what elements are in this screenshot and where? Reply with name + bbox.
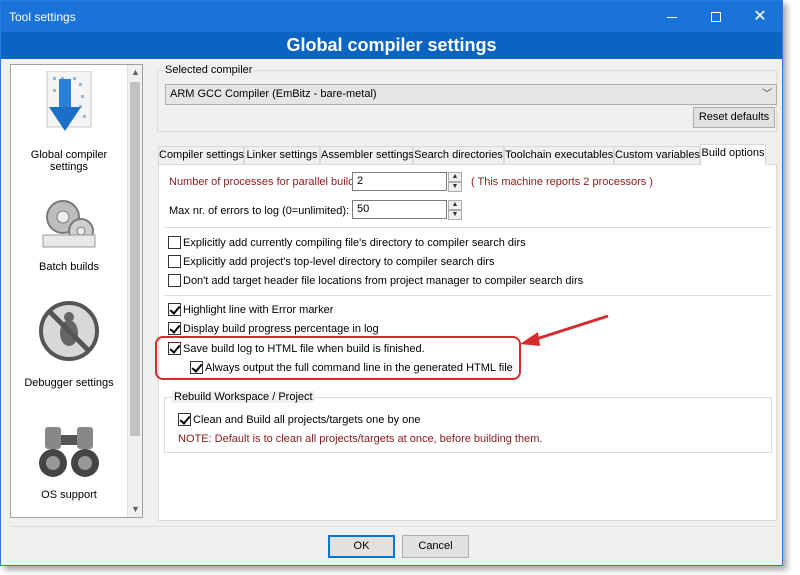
rebuild-group-title: Rebuild Workspace / Project [172,391,315,403]
no-bug-icon [39,301,99,361]
tab-custom-variables[interactable]: Custom variables [614,146,700,165]
checkbox-label: Clean and Build all projects/targets one… [193,414,421,426]
parallel-builds-label: Number of processes for parallel builds: [169,176,363,188]
checkbox-highlight-error[interactable] [168,303,181,316]
checkbox-project-dir[interactable] [168,255,181,268]
errors-down-icon[interactable]: ▼ [448,210,462,220]
parallel-builds-input[interactable]: 2 [352,172,447,191]
scroll-up-icon[interactable]: ▲ [128,65,143,80]
checkbox-label: Explicitly add project's top-level direc… [183,256,495,268]
scrollbar-thumb[interactable] [130,82,140,436]
tab-compiler-settings[interactable]: Compiler settings [158,146,244,165]
maximize-button[interactable] [694,1,738,32]
checkbox-clean-build-one-by-one[interactable] [178,413,191,426]
divider [164,295,772,296]
checkbox-label: Display build progress percentage in log [183,323,379,335]
annotation-arrow-icon [520,314,609,346]
minimize-button[interactable] [650,1,694,32]
divider [164,227,772,228]
tab-toolchain-executables[interactable]: Toolchain executables [504,146,614,165]
compiler-select-value: ARM GCC Compiler (EmBitz - bare-metal) [170,88,377,100]
sidebar-scrollbar[interactable]: ▲ ▼ [127,65,142,517]
compiler-select[interactable]: ARM GCC Compiler (EmBitz - bare-metal) ﹀ [165,84,777,105]
sidebar-item-label: OS support [41,489,97,501]
errors-up-icon[interactable]: ▲ [448,200,462,210]
sidebar-item-label: Batch builds [39,261,99,273]
cancel-button[interactable]: Cancel [402,535,469,558]
tool-settings-window: Tool settings ✕ Global compiler settings… [0,0,783,566]
sidebar-item-label: Debugger settings [24,377,114,389]
max-errors-value: 50 [357,203,370,215]
tab-assembler-settings[interactable]: Assembler settings [320,146,414,165]
sidebar-item-label: Global compiler settings [30,149,108,173]
close-icon: ✕ [753,8,767,25]
tab-build-options[interactable]: Build options [700,144,766,166]
settings-sidebar: Global compiler settings Batch builds De… [10,64,143,518]
rebuild-note: NOTE: Default is to clean all projects/t… [178,433,543,445]
max-errors-label: Max nr. of errors to log (0=unlimited): [169,205,350,217]
tab-linker-settings[interactable]: Linker settings [244,146,320,165]
checkbox-compiling-dir[interactable] [168,236,181,249]
minimize-icon [667,16,677,18]
checkbox-label: Highlight line with Error marker [183,304,334,316]
maximize-icon [711,12,721,23]
gears-icon [42,200,96,248]
ok-button[interactable]: OK [328,535,395,558]
sidebar-item-batch-builds[interactable]: Batch builds [11,183,127,275]
parallel-up-icon[interactable]: ▲ [448,172,462,182]
sidebar-item-global-compiler[interactable]: Global compiler settings [11,69,127,173]
annotation-highlight [155,336,521,380]
chevron-down-icon: ﹀ [762,89,772,100]
page-title: Global compiler settings [1,32,782,59]
parallel-builds-value: 2 [357,175,364,187]
machine-note: ( This machine reports 2 processors ) [471,176,653,188]
max-errors-input[interactable]: 50 [352,200,447,219]
window-title: Tool settings [9,10,76,24]
sidebar-item-os-support[interactable]: OS support [11,411,127,503]
title-bar[interactable]: Tool settings ✕ [1,1,782,32]
selected-compiler-label: Selected compiler [163,64,255,76]
divider [10,526,776,527]
checkbox-label: Don't add target header file locations f… [183,275,584,287]
reset-defaults-button[interactable]: Reset defaults [693,107,775,128]
checkbox-progress-percentage[interactable] [168,322,181,335]
sidebar-item-debugger[interactable]: Debugger settings [11,297,127,389]
parallel-down-icon[interactable]: ▼ [448,182,462,192]
scroll-down-icon[interactable]: ▼ [128,502,143,517]
binoculars-icon [39,427,99,477]
close-button[interactable]: ✕ [738,1,782,32]
compiler-arrow-icon [46,71,92,131]
checkbox-label: Explicitly add currently compiling file'… [183,237,526,249]
tab-search-directories[interactable]: Search directories [413,146,504,165]
checkbox-target-headers[interactable] [168,274,181,287]
